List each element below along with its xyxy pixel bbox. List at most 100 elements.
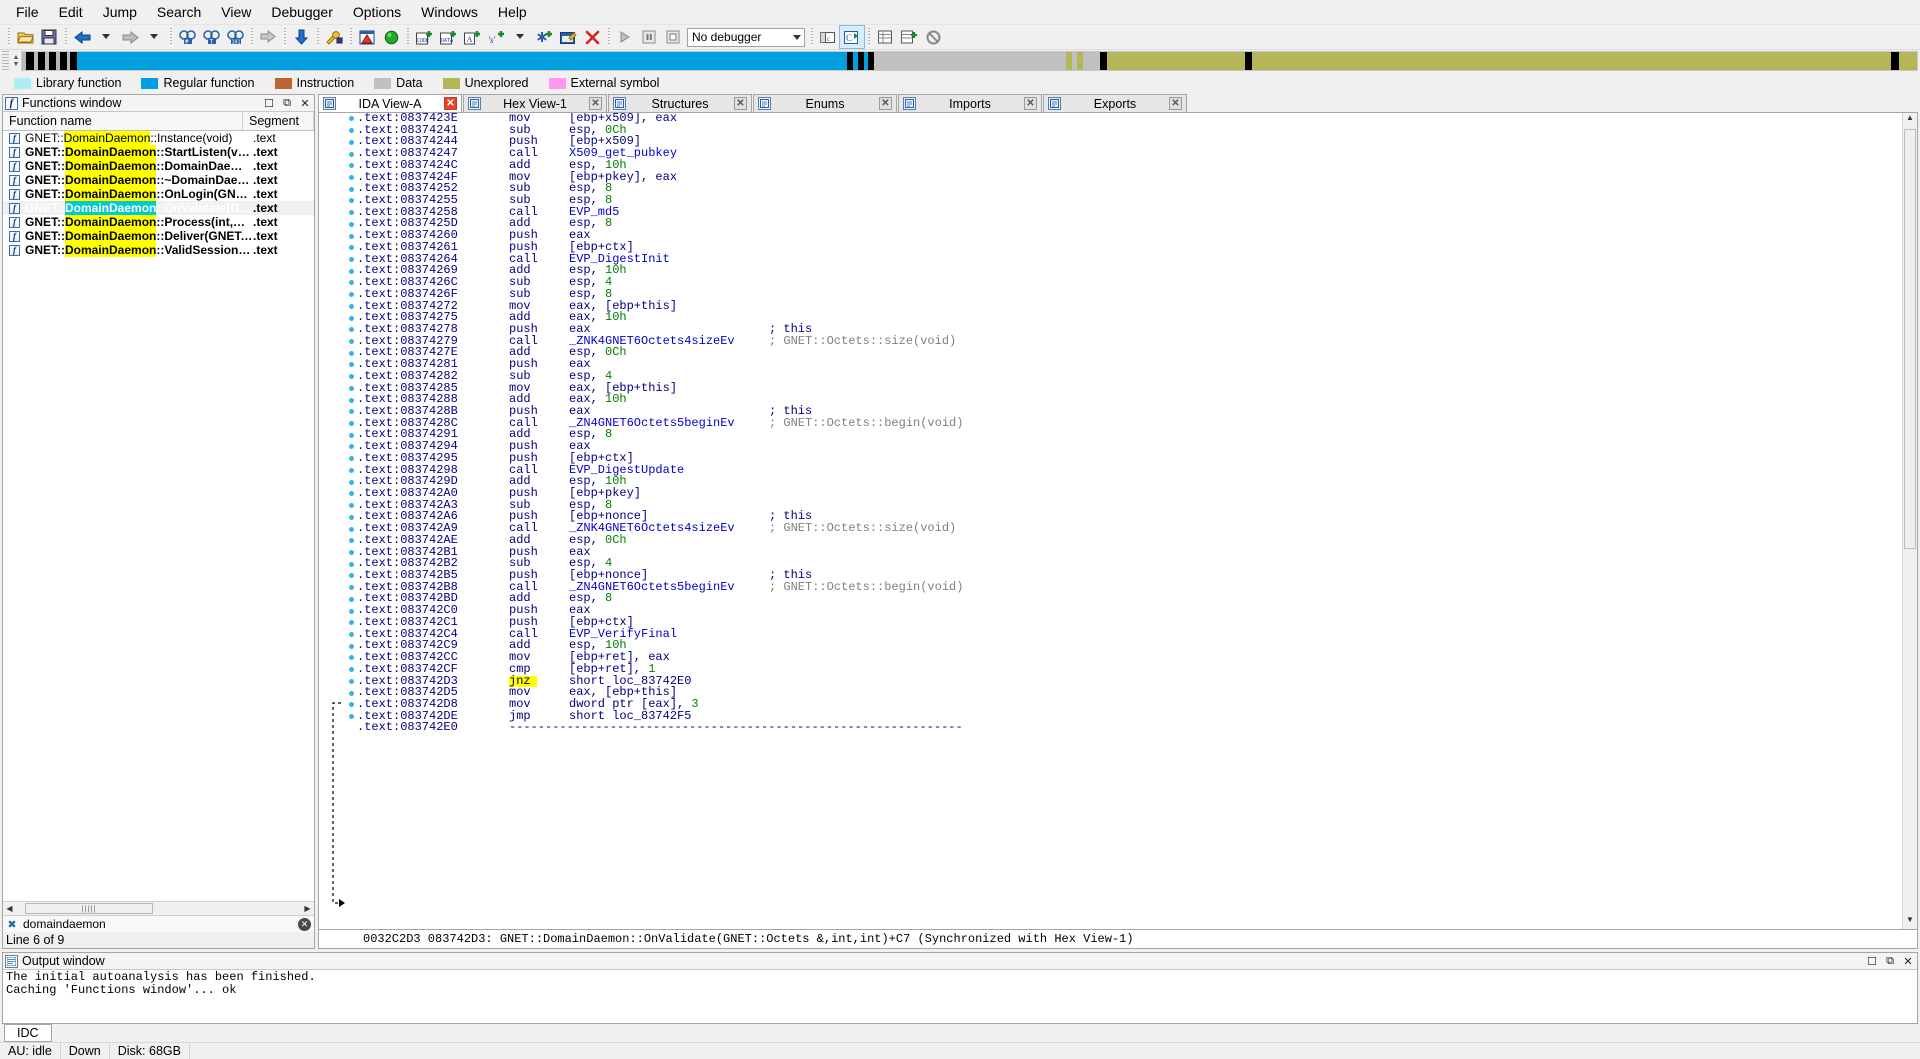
search-hash-icon[interactable]: # (175, 26, 199, 48)
tab-hex-view-1[interactable]: Hex View-1 ✕ (463, 94, 607, 112)
back-dropdown-icon[interactable] (94, 26, 118, 48)
table-row[interactable]: f GNET::DomainDaemon::StartListen(void) .t… (3, 145, 314, 159)
segment-cell: .text (253, 131, 276, 145)
restore-icon[interactable]: ⧉ (280, 96, 294, 110)
jump-down-icon[interactable] (289, 26, 313, 48)
disassembly-listing[interactable]: .text:0837423E mov [ebp+x509], eax .text:08… (345, 113, 1902, 929)
scroll-down-icon[interactable]: ▼ (1903, 915, 1917, 929)
add-struct-icon[interactable] (897, 26, 921, 48)
view-tab-bar[interactable]: IDA View-A ✕ Hex View-1 ✕ Structures ✕ Enums ✕ I… (318, 94, 1918, 112)
close-icon[interactable]: ✕ (1901, 954, 1915, 968)
functions-hscrollbar[interactable]: ◀ ▶ (3, 902, 314, 915)
scroll-right-icon[interactable]: ▶ (301, 904, 314, 913)
make-unexplored-icon[interactable] (532, 26, 556, 48)
open-folder-icon[interactable] (13, 26, 37, 48)
tab-imports[interactable]: Imports ✕ (898, 94, 1042, 112)
svg-text:T: T (209, 38, 213, 45)
stop-icon[interactable] (661, 26, 685, 48)
tab-structures[interactable]: Structures ✕ (608, 94, 752, 112)
table-row[interactable]: f GNET::DomainDaemon::ValidSession(int,in… (3, 243, 314, 257)
c-convert-icon[interactable]: C (839, 25, 865, 49)
disassembly-vscrollbar[interactable]: ▲ ▼ (1902, 113, 1917, 929)
toolbar-grip[interactable] (2, 51, 9, 71)
save-icon[interactable] (37, 26, 61, 48)
jump-to-icon[interactable] (256, 26, 280, 48)
hscroll-thumb[interactable] (25, 903, 153, 914)
edit-function-icon[interactable] (556, 26, 580, 48)
menu-item-edit[interactable]: Edit (49, 1, 93, 23)
table-row[interactable]: f GNET::DomainDaemon::~DomainDaemon().tex… (3, 173, 314, 187)
close-icon[interactable]: ✕ (298, 96, 312, 110)
maximize-icon[interactable]: ☐ (262, 96, 276, 110)
disassembly-line[interactable]: .text:083742E0 --------------------------… (345, 722, 1902, 734)
pause-icon[interactable] (637, 26, 661, 48)
vscroll-thumb[interactable] (1904, 129, 1916, 549)
menu-item-windows[interactable]: Windows (411, 1, 488, 23)
navigation-band[interactable] (21, 51, 1918, 71)
breakpoint-icon[interactable]: c (816, 26, 840, 48)
function-icon: f (9, 216, 20, 228)
back-arrow-icon[interactable] (70, 26, 94, 48)
close-icon[interactable]: ✕ (734, 97, 747, 110)
column-header-segment[interactable]: Segment (243, 112, 314, 130)
make-struct-dropdown-icon[interactable] (508, 26, 532, 48)
output-log[interactable]: The initial autoanalysis has been finish… (3, 970, 1917, 1023)
menu-item-file[interactable]: File (6, 1, 49, 23)
navband-arrows[interactable]: ▲ ▼ (11, 51, 21, 71)
close-icon[interactable]: ✕ (589, 97, 602, 110)
search-binary-icon[interactable]: 101 (223, 26, 247, 48)
forward-dropdown-icon[interactable] (142, 26, 166, 48)
close-icon[interactable]: ✕ (879, 97, 892, 110)
key-lock-icon[interactable] (322, 26, 346, 48)
tab-idc[interactable]: IDC (4, 1024, 52, 1042)
functions-list[interactable]: f GNET::DomainDaemon::Instance(void) .text… (3, 131, 314, 901)
scroll-left-icon[interactable]: ◀ (3, 904, 16, 913)
structs-icon[interactable] (873, 26, 897, 48)
run-icon[interactable] (613, 26, 637, 48)
legend-swatch (374, 77, 392, 89)
make-code-icon[interactable]: CODE (412, 26, 436, 48)
close-icon[interactable]: ✕ (1169, 97, 1182, 110)
make-ascii-icon[interactable]: A (460, 26, 484, 48)
no-entry-icon[interactable] (921, 26, 945, 48)
analysis-dot-icon (345, 339, 357, 345)
column-header-function-name[interactable]: Function name (3, 112, 243, 130)
search-text-icon[interactable]: T (199, 26, 223, 48)
close-icon[interactable]: ✕ (1024, 97, 1037, 110)
table-row[interactable]: f GNET::DomainDaemon::OnValidate(GNET::Oc… (3, 201, 314, 215)
maximize-icon[interactable]: ☐ (1865, 954, 1879, 968)
green-circle-icon[interactable] (379, 26, 403, 48)
functions-search-input[interactable]: domaindaemon (23, 917, 293, 931)
table-row[interactable]: f GNET::DomainDaemon::Instance(void) .text (3, 131, 314, 145)
table-row[interactable]: f GNET::DomainDaemon::Deliver(GNET::Domai… (3, 229, 314, 243)
tab-ida-view-a[interactable]: IDA View-A ✕ (318, 94, 462, 112)
menu-item-view[interactable]: View (211, 1, 261, 23)
menu-item-jump[interactable]: Jump (93, 1, 147, 23)
menu-item-options[interactable]: Options (343, 1, 411, 23)
menu-item-search[interactable]: Search (147, 1, 211, 23)
toolbar-separator (403, 27, 412, 47)
table-row[interactable]: f GNET::DomainDaemon::OnLogin(GNET::Octet… (3, 187, 314, 201)
make-struct-icon[interactable]: 's' (484, 26, 508, 48)
analysis-dot-icon (345, 362, 357, 368)
toolbar-separator (280, 27, 289, 47)
scroll-up-icon[interactable]: ▲ (1903, 113, 1917, 127)
tab-enums[interactable]: Enums ✕ (753, 94, 897, 112)
menu-item-help[interactable]: Help (488, 1, 537, 23)
warning-icon[interactable] (355, 26, 379, 48)
forward-arrow-icon[interactable] (118, 26, 142, 48)
menu-item-debugger[interactable]: Debugger (261, 1, 343, 23)
clear-search-icon[interactable]: ✕ (298, 917, 311, 931)
delete-icon[interactable] (580, 26, 604, 48)
make-data-icon[interactable]: DATA (436, 26, 460, 48)
restore-icon[interactable]: ⧉ (1883, 954, 1897, 968)
enums-icon (758, 97, 771, 110)
close-icon[interactable]: ✕ (444, 97, 457, 110)
table-row[interactable]: f GNET::DomainDaemon::Process(int,GNET::D… (3, 215, 314, 229)
table-row[interactable]: f GNET::DomainDaemon::DomainDaemon(void).… (3, 159, 314, 173)
functions-search-bar[interactable]: ✖ domaindaemon ✕ (3, 915, 314, 932)
tab-exports[interactable]: Exports ✕ (1043, 94, 1187, 112)
vscroll-knob[interactable] (1904, 453, 1916, 467)
debugger-select[interactable]: No debugger (687, 27, 805, 47)
legend-label: Data (396, 76, 423, 90)
